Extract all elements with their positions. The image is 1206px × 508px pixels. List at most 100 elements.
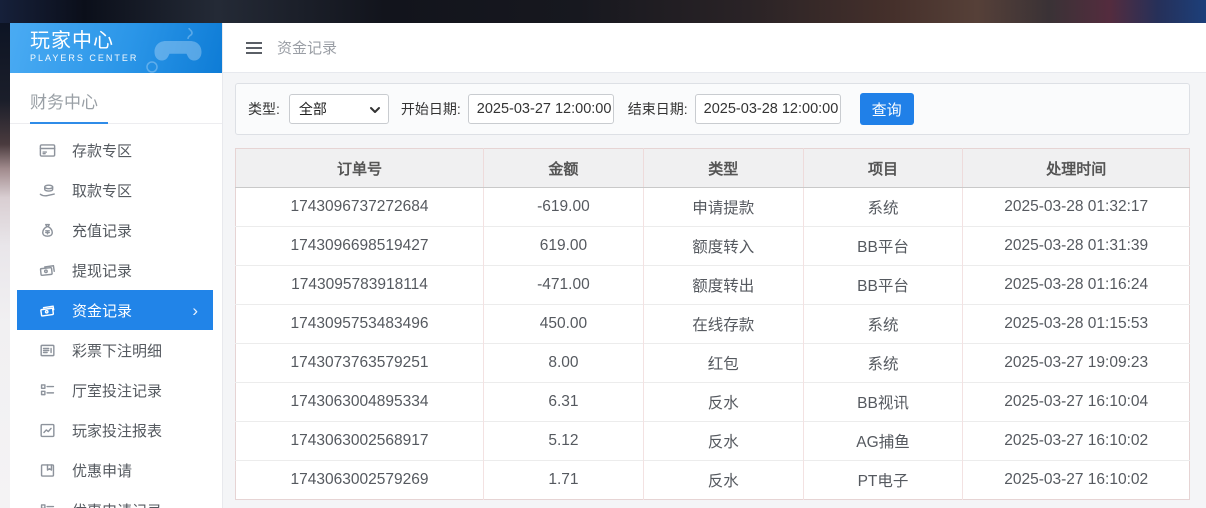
table-cell: -471.00: [484, 266, 644, 305]
table-cell: 619.00: [484, 227, 644, 266]
sidebar-item-withdraw-zone[interactable]: 取款专区: [10, 170, 222, 210]
search-button[interactable]: 查询: [860, 93, 914, 125]
sidebar-item-promo-apply-records[interactable]: 优惠申请记录: [10, 490, 222, 508]
column-header: 项目: [803, 149, 963, 188]
column-header: 处理时间: [963, 149, 1190, 188]
column-header: 订单号: [236, 149, 484, 188]
type-select-value: 全部: [299, 99, 327, 119]
table-cell: 反水: [643, 461, 803, 500]
table-cell: 在线存款: [643, 305, 803, 344]
table-cell: 2025-03-27 19:09:23: [963, 344, 1190, 383]
table-cell: 反水: [643, 383, 803, 422]
table-cell: 1743073763579251: [236, 344, 484, 383]
banknotes-icon: [38, 261, 57, 280]
background-top-strip: [0, 0, 1206, 23]
table-row: 17430630025689175.12反水AG捕鱼2025-03-27 16:…: [236, 422, 1190, 461]
table-cell: 2025-03-28 01:16:24: [963, 266, 1190, 305]
table-row: 1743096737272684-619.00申请提款系统2025-03-28 …: [236, 188, 1190, 227]
sidebar-item-label: 提现记录: [72, 260, 132, 281]
type-label: 类型:: [248, 99, 280, 119]
table-cell: 系统: [803, 344, 963, 383]
menu-toggle-icon[interactable]: [244, 40, 264, 56]
table-cell: 申请提款: [643, 188, 803, 227]
table-row: 17430630048953346.31反水BB视讯2025-03-27 16:…: [236, 383, 1190, 422]
sidebar-item-promo-apply[interactable]: 优惠申请: [10, 450, 222, 490]
chevron-down-icon: [369, 104, 381, 116]
section-title: 财务中心: [30, 88, 108, 124]
column-header: 金额: [484, 149, 644, 188]
table-cell: 系统: [803, 188, 963, 227]
table-cell: 2025-03-27 16:10:02: [963, 461, 1190, 500]
table-cell: 2025-03-28 01:32:17: [963, 188, 1190, 227]
table-cell: 450.00: [484, 305, 644, 344]
sidebar-item-deposit-zone[interactable]: 存款专区: [10, 130, 222, 170]
table-row: 1743095783918114-471.00额度转出BB平台2025-03-2…: [236, 266, 1190, 305]
player-center-panel: 玩家中心 PLAYERS CENTER 财务中心 存款专区 取款专区: [10, 23, 1206, 508]
table-cell: 反水: [643, 422, 803, 461]
sidebar-item-recharge-records[interactable]: 充值记录: [10, 210, 222, 250]
table-cell: 额度转入: [643, 227, 803, 266]
table-row: 1743095753483496450.00在线存款系统2025-03-28 0…: [236, 305, 1190, 344]
main-area: 资金记录 类型: 全部 开始日期: 结束日期: 查询: [223, 23, 1206, 508]
table-cell: 1743095783918114: [236, 266, 484, 305]
table-cell: 2025-03-27 16:10:02: [963, 422, 1190, 461]
money-bag-icon: [38, 221, 57, 240]
table-cell: 1743063004895334: [236, 383, 484, 422]
table-cell: 1743096737272684: [236, 188, 484, 227]
coupon-icon: [38, 461, 57, 480]
table-cell: 1.71: [484, 461, 644, 500]
sidebar-item-label: 彩票下注明细: [72, 340, 162, 361]
deposit-icon: [38, 141, 57, 160]
table-cell: 2025-03-27 16:10:04: [963, 383, 1190, 422]
table-cell: 额度转出: [643, 266, 803, 305]
table-cell: PT电子: [803, 461, 963, 500]
table-cell: AG捕鱼: [803, 422, 963, 461]
end-date-input[interactable]: [695, 94, 841, 124]
table-row: 17430630025792691.71反水PT电子2025-03-27 16:…: [236, 461, 1190, 500]
table-cell: 8.00: [484, 344, 644, 383]
table-header-row: 订单号金额类型项目处理时间: [236, 149, 1190, 188]
table-cell: 1743063002568917: [236, 422, 484, 461]
content-area: 类型: 全部 开始日期: 结束日期: 查询: [223, 73, 1206, 500]
sidebar-item-label: 优惠申请记录: [72, 500, 162, 508]
table-cell: 5.12: [484, 422, 644, 461]
sidebar-item-label: 取款专区: [72, 180, 132, 201]
screen: 玩家中心 PLAYERS CENTER 财务中心 存款专区 取款专区: [0, 0, 1206, 508]
type-select[interactable]: 全部: [289, 94, 389, 124]
sidebar-menu: 存款专区 取款专区 充值记录 提现记录 资金记录 › 彩票下注明细 厅室投注记录…: [10, 124, 222, 508]
sidebar-item-label: 资金记录: [72, 300, 132, 321]
sidebar-item-label: 充值记录: [72, 220, 132, 241]
end-date-label: 结束日期:: [628, 99, 688, 119]
background-left-strip: [0, 23, 10, 508]
table-cell: BB平台: [803, 266, 963, 305]
sidebar-item-withdrawal-records[interactable]: 提现记录: [10, 250, 222, 290]
sidebar: 玩家中心 PLAYERS CENTER 财务中心 存款专区 取款专区: [10, 23, 223, 508]
sidebar-item-funds-records[interactable]: 资金记录 ›: [17, 290, 213, 330]
funds-table: 订单号金额类型项目处理时间 1743096737272684-619.00申请提…: [235, 148, 1190, 500]
filter-bar: 类型: 全部 开始日期: 结束日期: 查询: [235, 83, 1190, 135]
gamepad-icon: [144, 27, 214, 73]
document-list-icon: [38, 341, 57, 360]
sidebar-item-label: 厅室投注记录: [72, 380, 162, 401]
checklist-icon: [38, 501, 57, 508]
table-cell: -619.00: [484, 188, 644, 227]
start-date-label: 开始日期:: [401, 99, 461, 119]
table-row: 1743096698519427619.00额度转入BB平台2025-03-28…: [236, 227, 1190, 266]
sidebar-item-player-bet-report[interactable]: 玩家投注报表: [10, 410, 222, 450]
table-cell: 红包: [643, 344, 803, 383]
table-cell: 1743096698519427: [236, 227, 484, 266]
sidebar-item-hall-bet-records[interactable]: 厅室投注记录: [10, 370, 222, 410]
sidebar-item-lottery-bet-details[interactable]: 彩票下注明细: [10, 330, 222, 370]
chart-report-icon: [38, 421, 57, 440]
table-cell: 系统: [803, 305, 963, 344]
table-cell: 2025-03-28 01:31:39: [963, 227, 1190, 266]
table-cell: 1743095753483496: [236, 305, 484, 344]
sidebar-item-label: 存款专区: [72, 140, 132, 161]
hand-coins-icon: [38, 181, 57, 200]
table-cell: BB平台: [803, 227, 963, 266]
start-date-input[interactable]: [468, 94, 614, 124]
checklist-icon: [38, 381, 57, 400]
table-cell: 2025-03-28 01:15:53: [963, 305, 1190, 344]
sidebar-section-finance: 财务中心: [10, 73, 222, 124]
table-row: 17430737635792518.00红包系统2025-03-27 19:09…: [236, 344, 1190, 383]
